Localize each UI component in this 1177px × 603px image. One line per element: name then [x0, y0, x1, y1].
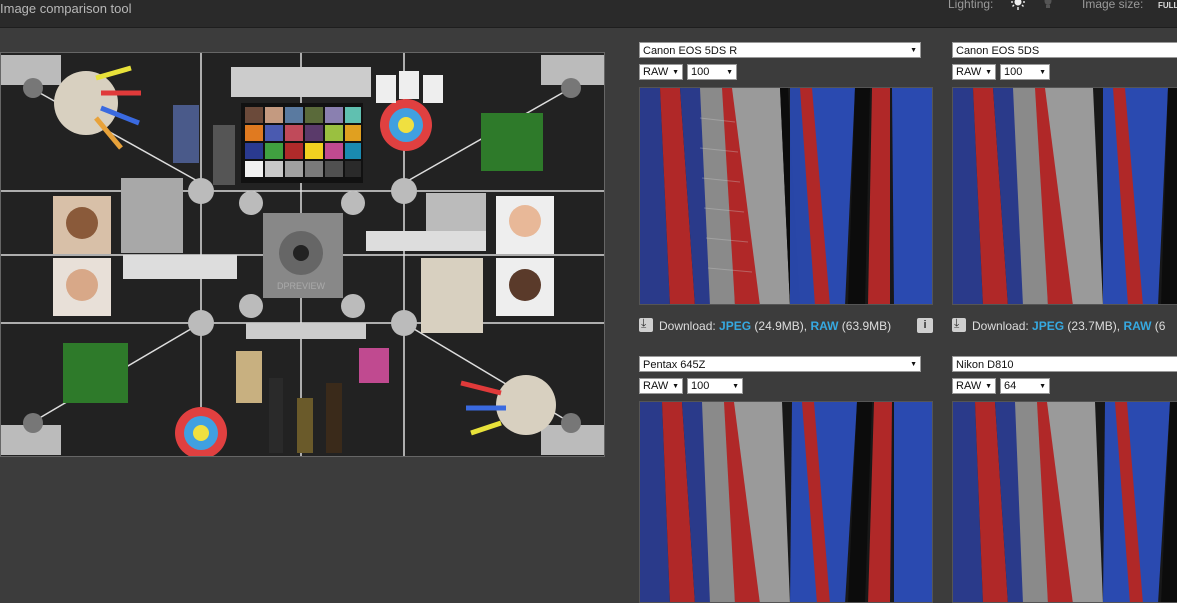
- download-label: Download:: [659, 319, 716, 333]
- comparison-panel-1: Canon EOS 5DS R ▼ RAW ▼ 100 ▼ ⤓Download:…: [639, 42, 939, 342]
- iso-select[interactable]: 100 ▼: [1000, 64, 1050, 80]
- chevron-down-icon: ▼: [910, 361, 917, 368]
- crop-view[interactable]: [952, 87, 1177, 305]
- download-jpeg-size: (24.9MB),: [754, 319, 808, 333]
- iso-select-value: 100: [691, 380, 710, 392]
- format-select[interactable]: RAW ▼: [639, 378, 683, 394]
- camera-select[interactable]: Canon EOS 5DS R ▼: [639, 42, 921, 58]
- iso-select-value: 100: [691, 66, 710, 78]
- chevron-down-icon: ▼: [910, 47, 917, 54]
- crop-view[interactable]: [639, 87, 933, 305]
- chevron-down-icon: ▼: [732, 383, 739, 390]
- chevron-down-icon: ▼: [672, 383, 679, 390]
- chevron-down-icon: ▼: [672, 69, 679, 76]
- download-label: Download:: [972, 319, 1029, 333]
- iso-select[interactable]: 100 ▼: [687, 64, 737, 80]
- camera-select[interactable]: Nikon D810: [952, 356, 1177, 372]
- comparison-panel-2: Canon EOS 5DS RAW ▼ 100 ▼ Download: JPEG…: [952, 42, 1177, 342]
- iso-select-value: 100: [1004, 66, 1023, 78]
- format-select-value: RAW: [643, 66, 669, 78]
- format-select-value: RAW: [956, 66, 982, 78]
- comparison-panel-4: Nikon D810 RAW ▼ 64 ▼: [952, 356, 1177, 603]
- scene-overview[interactable]: DPREVIEW: [0, 52, 605, 457]
- format-select-value: RAW: [643, 380, 669, 392]
- download-raw-size: (6: [1154, 319, 1166, 333]
- iso-select-value: 64: [1004, 380, 1017, 392]
- download-icon[interactable]: [639, 316, 653, 332]
- chevron-down-icon: ▼: [1039, 69, 1046, 76]
- download-jpeg-size: (23.7MB),: [1067, 319, 1121, 333]
- camera-select[interactable]: Canon EOS 5DS: [952, 42, 1177, 58]
- download-raw-link[interactable]: RAW: [1123, 319, 1151, 333]
- camera-select-value: Canon EOS 5DS: [956, 45, 1040, 57]
- camera-select-value: Nikon D810: [956, 359, 1014, 371]
- camera-select-value: Pentax 645Z: [643, 359, 706, 371]
- camera-select[interactable]: Pentax 645Z ▼: [639, 356, 921, 372]
- chevron-down-icon: ▼: [985, 383, 992, 390]
- crop-view[interactable]: [639, 401, 933, 603]
- chevron-down-icon: ▼: [985, 69, 992, 76]
- crop-view[interactable]: [952, 401, 1177, 603]
- format-select[interactable]: RAW ▼: [952, 64, 996, 80]
- image-size-label: Image size:: [1082, 0, 1144, 11]
- comparison-panel-3: Pentax 645Z ▼ RAW ▼ 100 ▼: [639, 356, 939, 603]
- download-raw-link[interactable]: RAW: [810, 319, 838, 333]
- info-icon[interactable]: i: [917, 318, 933, 333]
- download-raw-size: (63.9MB): [841, 319, 892, 333]
- chevron-down-icon: ▼: [726, 69, 733, 76]
- download-row: Download: JPEG (24.9MB), RAW (63.9MB): [639, 316, 892, 334]
- bulb-icon[interactable]: [1043, 0, 1053, 9]
- scene-watermark: DPREVIEW: [277, 281, 326, 291]
- app-title: Image comparison tool: [0, 1, 132, 16]
- iso-select[interactable]: 64 ▼: [1000, 378, 1050, 394]
- download-jpeg-link[interactable]: JPEG: [1032, 319, 1064, 333]
- sun-icon[interactable]: [1010, 0, 1026, 10]
- image-size-value[interactable]: FULL: [1158, 1, 1177, 10]
- app-header: Image comparison tool Lighting: Image si…: [0, 0, 1177, 28]
- download-row: Download: JPEG (23.7MB), RAW (6: [952, 316, 1166, 334]
- iso-select[interactable]: 100 ▼: [687, 378, 743, 394]
- lighting-label: Lighting:: [948, 0, 994, 11]
- format-select[interactable]: RAW ▼: [639, 64, 683, 80]
- format-select[interactable]: RAW ▼: [952, 378, 996, 394]
- format-select-value: RAW: [956, 380, 982, 392]
- download-icon[interactable]: [952, 316, 966, 332]
- chevron-down-icon: ▼: [1039, 383, 1046, 390]
- camera-select-value: Canon EOS 5DS R: [643, 45, 738, 57]
- download-jpeg-link[interactable]: JPEG: [719, 319, 751, 333]
